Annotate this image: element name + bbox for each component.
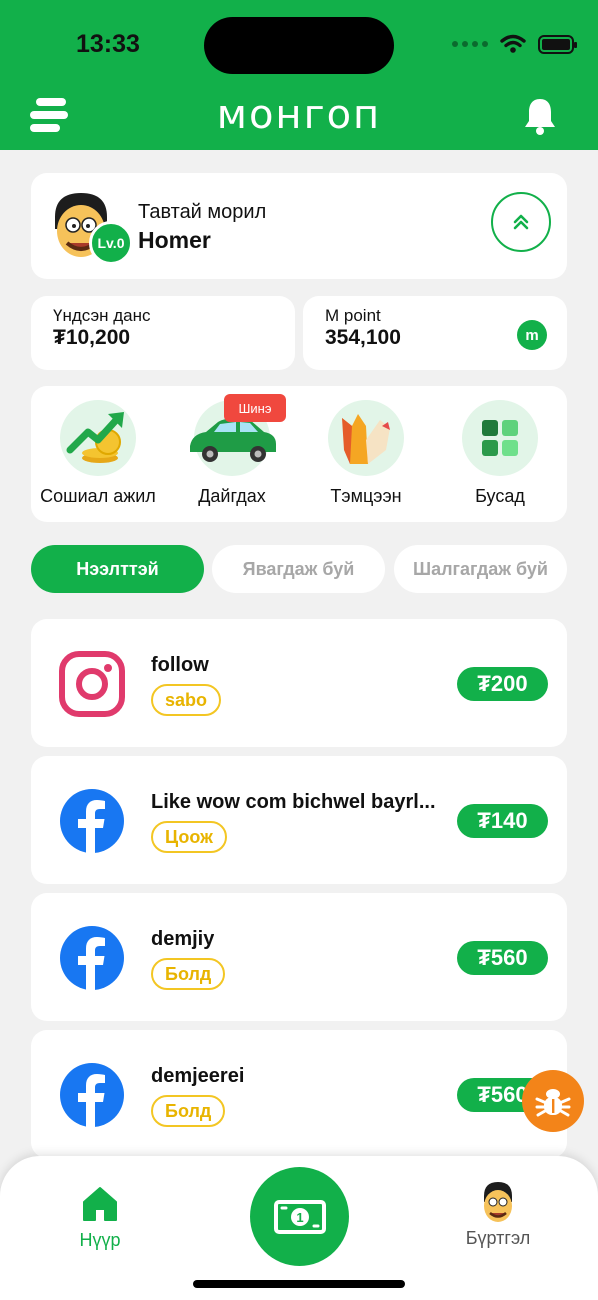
task-price: ₮200 [457, 667, 548, 701]
task-title: follow [151, 654, 209, 676]
app-logo: монгоп [216, 92, 382, 138]
task-title: Like wow com bichwel bayrl... [151, 791, 436, 813]
tab-open[interactable]: Нээлттэй [31, 545, 204, 593]
task-title: demjiy [151, 928, 215, 950]
grid-icon [462, 400, 538, 476]
task-price: ₮140 [457, 804, 548, 838]
battery-icon [538, 34, 577, 54]
task-tag: Цоож [151, 821, 227, 853]
main-balance-value: ₮10,200 [53, 326, 131, 349]
facebook-icon [59, 1062, 125, 1128]
category-label: Тэмцээн [330, 486, 402, 506]
status-time: 13:33 [76, 30, 140, 58]
profile-card: Lv.0 Тавтай морил Homer [31, 173, 567, 279]
main-balance-label: Үндсэн данс [53, 306, 151, 325]
home-indicator [193, 1280, 405, 1288]
facebook-icon [59, 925, 125, 991]
profile-avatar-icon [484, 1182, 512, 1222]
bottom-navigation: Нүүр 1 Бүртгэл [0, 1156, 598, 1300]
main-balance-card[interactable]: Үндсэн данс ₮10,200 [31, 296, 295, 370]
category-competition[interactable]: Тэмцээн [299, 400, 433, 507]
category-other[interactable]: Бусад [433, 400, 567, 507]
bug-icon [535, 1089, 571, 1117]
nav-wallet-button[interactable]: 1 [250, 1167, 349, 1266]
user-name: Homer [138, 227, 211, 253]
home-icon [83, 1187, 117, 1221]
dynamic-island [204, 17, 394, 74]
greeting-text: Тавтай морил [138, 201, 267, 223]
facebook-icon [59, 788, 125, 854]
points-card[interactable]: M point 354,100 m [303, 296, 567, 370]
svg-text:1: 1 [296, 1210, 303, 1225]
task-card[interactable]: follow sabo ₮200 [31, 619, 567, 747]
points-value: 354,100 [325, 326, 401, 349]
nav-home[interactable]: Нүүр [68, 1186, 132, 1251]
category-card: Сошиал ажил Дайгдах Тэмцээн Бусад Шинэ [31, 386, 567, 522]
task-tag: Болд [151, 1095, 226, 1127]
money-icon: 1 [273, 1199, 326, 1234]
task-card[interactable]: demjeerei Болд ₮560 [31, 1030, 567, 1158]
nav-profile[interactable]: Бүртгэл [452, 1180, 544, 1249]
status-icons [452, 34, 577, 54]
wifi-icon [500, 34, 526, 53]
category-label: Сошиал ажил [40, 486, 156, 506]
category-label: Бусад [475, 486, 525, 506]
task-price: ₮560 [457, 941, 548, 975]
app-header: 13:33 монгоп [0, 0, 598, 150]
bug-report-button[interactable] [522, 1070, 584, 1132]
tab-under-review[interactable]: Шалгагдаж буй [394, 545, 567, 593]
new-badge: Шинэ [224, 394, 286, 422]
level-badge: Lv.0 [89, 221, 133, 265]
tab-in-progress[interactable]: Явагдаж буй [212, 545, 385, 593]
notification-bell-icon[interactable] [522, 96, 558, 136]
task-tag: Болд [151, 958, 226, 990]
nav-profile-label: Бүртгэл [465, 1228, 531, 1248]
chevron-double-up-icon [513, 214, 529, 230]
instagram-icon [59, 651, 125, 717]
points-label: M point [325, 306, 381, 325]
expand-up-button[interactable] [491, 192, 551, 252]
social-growth-icon [60, 400, 136, 476]
task-title: demjeerei [151, 1065, 245, 1087]
category-social[interactable]: Сошиал ажил [31, 400, 165, 507]
category-label: Дайгдах [198, 486, 266, 506]
task-tag: sabo [151, 684, 222, 716]
nav-home-label: Нүүр [79, 1230, 121, 1250]
signal-icon [452, 41, 488, 47]
task-card[interactable]: demjiy Болд ₮560 [31, 893, 567, 1021]
competition-icon [328, 400, 404, 476]
m-point-icon: m [517, 320, 547, 350]
task-card[interactable]: Like wow com bichwel bayrl... Цоож ₮140 [31, 756, 567, 884]
